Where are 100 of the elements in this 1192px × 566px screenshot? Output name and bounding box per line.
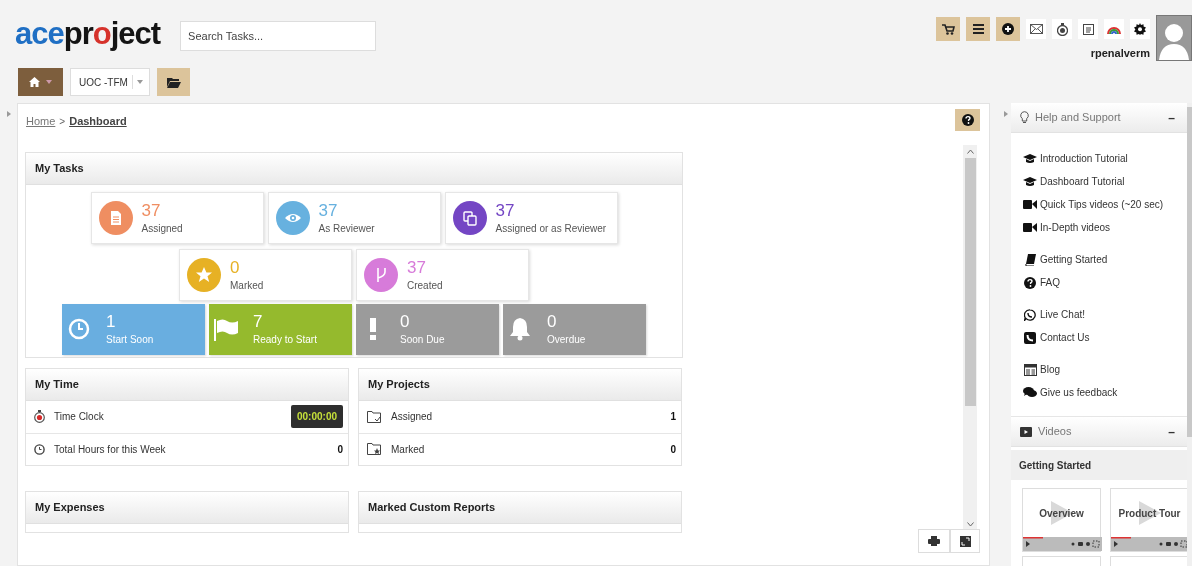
breadcrumb-link[interactable]: Home — [26, 113, 56, 130]
panel-title: Videos — [1038, 424, 1072, 440]
add-button[interactable] — [996, 17, 1020, 41]
phone-icon — [1024, 331, 1036, 344]
task-count: 37 — [141, 199, 162, 221]
stopwatch-icon[interactable] — [1056, 22, 1068, 36]
bell-icon — [509, 317, 531, 341]
row-label: Assigned — [391, 410, 433, 424]
chat-icon — [1024, 308, 1036, 321]
comments-icon — [1023, 387, 1037, 398]
project-dropdown[interactable]: UOC -TFM — [70, 68, 150, 96]
rainbow-icon[interactable] — [1107, 24, 1121, 34]
task-label: As Reviewer — [318, 222, 375, 236]
help-link[interactable]: Contact Us — [1023, 326, 1187, 349]
expand-arrow-icon[interactable] — [6, 111, 11, 117]
task-tile[interactable]: 37 As Reviewer — [267, 191, 441, 244]
time-clock-display[interactable]: 00:00:00 — [290, 405, 343, 428]
task-tile[interactable]: 0 Marked — [179, 248, 352, 301]
expand-arrow-icon[interactable] — [1003, 111, 1008, 117]
task-count: 37 — [407, 256, 427, 278]
row-value: 0 — [670, 442, 676, 457]
scrollbar[interactable] — [963, 145, 977, 529]
section-title: Getting Started — [1011, 450, 1187, 480]
task-label: Assigned — [141, 222, 183, 236]
stopwatch-icon — [34, 410, 45, 423]
settings-icon[interactable] — [1134, 23, 1146, 35]
status-count: 0 — [547, 311, 558, 333]
panel-title: Help and Support — [1035, 110, 1121, 126]
row-label: Time Clock — [54, 410, 104, 424]
help-link[interactable]: Quick Tips videos (~20 sec) — [1023, 193, 1187, 216]
status-count: 7 — [253, 311, 264, 333]
folder-button[interactable] — [157, 68, 190, 96]
home-icon — [29, 77, 40, 87]
help-link[interactable]: Introduction Tutorial — [1023, 147, 1187, 170]
collapse-button[interactable]: – — [1168, 422, 1175, 441]
breadcrumb-link[interactable]: Dashboard — [69, 113, 127, 130]
calendar-icon[interactable] — [1082, 23, 1094, 35]
search-field[interactable]: Search Tasks... — [180, 21, 377, 51]
avatar[interactable] — [1156, 15, 1192, 61]
menu-button[interactable] — [966, 17, 990, 41]
newspaper-icon — [1023, 363, 1037, 376]
help-link[interactable]: FAQ — [1023, 271, 1187, 294]
video-thumbnail[interactable]: Product Tour — [1110, 488, 1187, 552]
status-label: Start Soon — [106, 334, 154, 347]
task-tile[interactable]: 37 Assigned — [90, 191, 264, 244]
mail-icon[interactable] — [1029, 24, 1043, 34]
video-camera-icon — [1023, 223, 1037, 232]
video-title: Product Tour — [1118, 506, 1181, 521]
caret-icon — [46, 80, 52, 84]
cart-icon — [941, 23, 955, 35]
task-tile[interactable]: 37 Assigned or as Reviewer — [444, 191, 618, 244]
task-label: Assigned or as Reviewer — [495, 222, 607, 236]
video-camera-icon — [1023, 200, 1037, 209]
document-icon — [98, 200, 133, 235]
row-label: Marked — [391, 442, 425, 457]
task-count: 37 — [495, 199, 516, 221]
folder-check-icon — [367, 410, 382, 423]
video-icon — [1020, 426, 1032, 437]
status-count: 0 — [400, 311, 411, 333]
question-icon — [1024, 276, 1036, 289]
help-link[interactable]: Live Chat! — [1023, 303, 1187, 326]
graduation-cap-icon — [1023, 176, 1037, 187]
home-button[interactable] — [18, 68, 63, 96]
task-count: 0 — [230, 256, 241, 278]
scroll-down-icon[interactable] — [966, 522, 974, 527]
task-tile[interactable]: 37 Created — [356, 248, 529, 301]
expand-icon — [959, 535, 971, 547]
eye-icon — [275, 200, 310, 235]
book-icon — [1024, 253, 1036, 266]
lightbulb-icon — [1020, 111, 1029, 124]
scroll-up-icon[interactable] — [966, 149, 974, 154]
help-link[interactable]: In-Depth videos — [1023, 216, 1187, 239]
task-label: Marked — [230, 279, 264, 293]
caret-icon — [136, 80, 143, 84]
help-button[interactable] — [955, 109, 980, 131]
clock-icon — [34, 443, 45, 455]
status-label: Ready to Start — [253, 334, 317, 347]
task-count: 37 — [318, 199, 339, 221]
folder-icon — [166, 76, 181, 88]
help-link[interactable]: Blog — [1023, 358, 1187, 381]
question-icon — [961, 114, 974, 126]
folder-star-icon — [367, 443, 382, 455]
cart-button[interactable] — [936, 17, 960, 41]
help-link[interactable]: Dashboard Tutorial — [1023, 170, 1187, 193]
help-link[interactable]: Give us feedback — [1023, 381, 1187, 404]
username[interactable]: rpenalverm — [1090, 45, 1150, 62]
help-link[interactable]: Getting Started — [1023, 248, 1187, 271]
graduation-cap-icon — [1023, 153, 1037, 164]
breadcrumb-separator: > — [59, 114, 66, 129]
video-thumbnail[interactable]: Overview — [1022, 488, 1101, 552]
status-label: Overdue — [547, 334, 586, 347]
task-label: Created — [407, 279, 443, 293]
collapse-button[interactable]: – — [1168, 108, 1175, 127]
fullscreen-button[interactable] — [950, 529, 980, 553]
status-label: Soon Due — [400, 334, 445, 347]
flag-icon — [213, 317, 239, 341]
print-button[interactable] — [918, 529, 950, 553]
logo[interactable]: aceproject — [15, 16, 161, 52]
menu-icon — [972, 24, 984, 34]
row-value: 1 — [670, 410, 676, 424]
